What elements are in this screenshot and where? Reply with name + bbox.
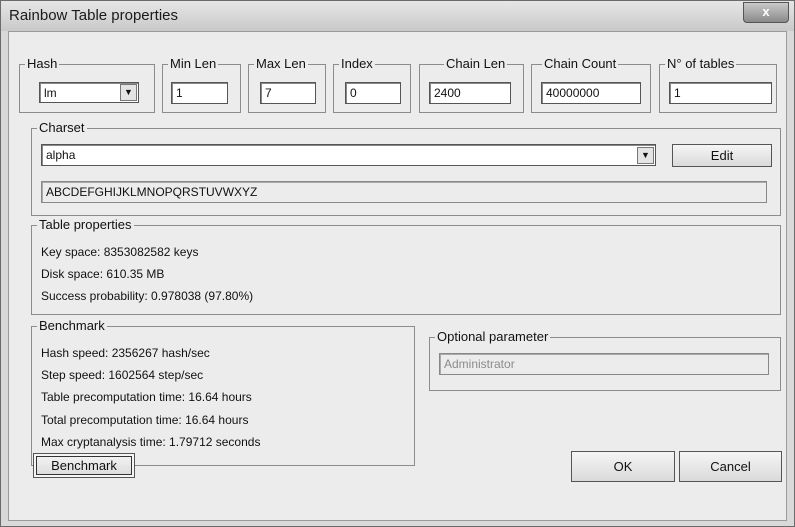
optional-parameter-input[interactable]: Administrator: [439, 353, 769, 375]
charset-value: alpha: [46, 148, 76, 162]
key-space-text: Key space: 8353082582 keys: [41, 245, 199, 259]
hash-label: Hash: [25, 56, 60, 72]
charset-characters: ABCDEFGHIJKLMNOPQRSTUVWXYZ: [41, 181, 767, 203]
table-properties-group: Table properties Key space: 8353082582 k…: [31, 217, 781, 315]
benchmark-label: Benchmark: [37, 318, 107, 334]
edit-charset-button[interactable]: Edit: [672, 144, 772, 167]
max-len-group: Max Len 7: [248, 56, 326, 113]
chain-len-group: Chain Len 2400: [419, 56, 524, 113]
dialog-body: Hash lm ▼ Min Len 1 Max Len 7 Index 0 Ch…: [8, 31, 787, 521]
benchmark-group: Benchmark Hash speed: 2356267 hash/sec S…: [31, 318, 415, 466]
index-group: Index 0: [333, 56, 411, 113]
table-precomputation-text: Table precomputation time: 16.64 hours: [41, 390, 252, 404]
optional-parameter-label: Optional parameter: [435, 329, 551, 345]
chain-count-input[interactable]: 40000000: [541, 82, 641, 104]
window-title: Rainbow Table properties: [9, 7, 178, 24]
index-label: Index: [339, 56, 375, 72]
index-input[interactable]: 0: [345, 82, 401, 104]
num-tables-input[interactable]: 1: [669, 82, 772, 104]
chevron-down-icon[interactable]: ▼: [637, 147, 654, 164]
step-speed-text: Step speed: 1602564 step/sec: [41, 368, 204, 382]
max-len-label: Max Len: [254, 56, 308, 72]
chain-count-group: Chain Count 40000000: [531, 56, 651, 113]
max-cryptanalysis-text: Max cryptanalysis time: 1.79712 seconds: [41, 435, 261, 449]
ok-button[interactable]: OK: [571, 451, 675, 482]
charset-label: Charset: [37, 120, 87, 136]
min-len-input[interactable]: 1: [171, 82, 228, 104]
num-tables-label: N° of tables: [665, 56, 737, 72]
close-icon[interactable]: x: [743, 2, 789, 23]
charset-select[interactable]: alpha ▼: [41, 144, 656, 166]
total-precomputation-text: Total precomputation time: 16.64 hours: [41, 413, 249, 427]
max-len-input[interactable]: 7: [260, 82, 316, 104]
benchmark-button[interactable]: Benchmark: [33, 453, 135, 478]
hash-value: lm: [44, 86, 57, 100]
hash-group: Hash lm ▼: [19, 56, 155, 113]
hash-speed-text: Hash speed: 2356267 hash/sec: [41, 346, 210, 360]
optional-parameter-group: Optional parameter Administrator: [429, 329, 781, 391]
chain-len-label: Chain Len: [444, 56, 508, 72]
dialog-window: Rainbow Table properties x Hash lm ▼ Min…: [0, 0, 795, 527]
min-len-label: Min Len: [168, 56, 219, 72]
chain-len-input[interactable]: 2400: [429, 82, 511, 104]
chevron-down-icon[interactable]: ▼: [120, 84, 137, 101]
title-bar: Rainbow Table properties x: [1, 1, 794, 31]
min-len-group: Min Len 1: [162, 56, 241, 113]
chain-count-label: Chain Count: [542, 56, 619, 72]
disk-space-text: Disk space: 610.35 MB: [41, 267, 165, 281]
cancel-button[interactable]: Cancel: [679, 451, 782, 482]
num-tables-group: N° of tables 1: [659, 56, 777, 113]
success-probability-text: Success probability: 0.978038 (97.80%): [41, 289, 254, 303]
hash-select[interactable]: lm ▼: [39, 82, 139, 103]
table-properties-label: Table properties: [37, 217, 134, 233]
charset-group: Charset alpha ▼ Edit ABCDEFGHIJKLMNOPQRS…: [31, 120, 781, 216]
